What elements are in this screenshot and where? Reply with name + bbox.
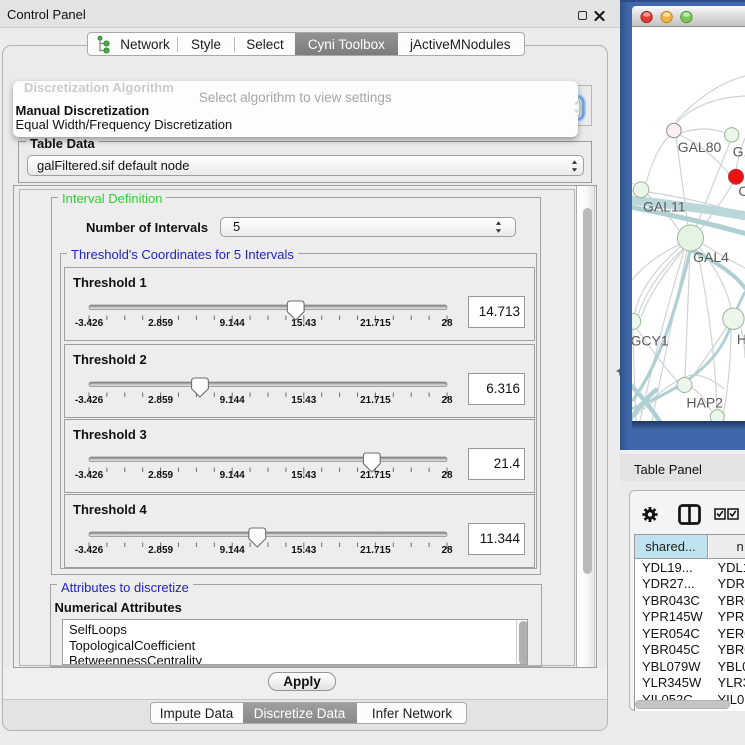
svg-text:GAL11: GAL11 (643, 198, 686, 214)
svg-text:28: 28 (441, 470, 453, 481)
svg-text:-3.426: -3.426 (75, 395, 104, 406)
svg-text:-3.426: -3.426 (75, 545, 104, 556)
svg-text:9.144: 9.144 (220, 395, 245, 406)
svg-text:G.: G. (733, 144, 745, 160)
svg-text:-3.426: -3.426 (75, 318, 104, 329)
svg-text:9.144: 9.144 (220, 318, 245, 329)
svg-text:C: C (738, 183, 745, 199)
svg-text:15.43: 15.43 (291, 395, 316, 406)
svg-text:2.859: 2.859 (148, 395, 173, 406)
svg-text:2.859: 2.859 (148, 470, 173, 481)
svg-text:21.715: 21.715 (360, 395, 391, 406)
svg-text:21.715: 21.715 (360, 470, 391, 481)
svg-text:GAL4: GAL4 (693, 249, 729, 265)
svg-text:GAL80: GAL80 (678, 139, 722, 155)
svg-text:2.859: 2.859 (148, 318, 173, 329)
svg-text:15.43: 15.43 (291, 470, 316, 481)
svg-text:28: 28 (441, 395, 453, 406)
svg-text:GCY1: GCY1 (632, 333, 669, 349)
svg-text:2.859: 2.859 (148, 545, 173, 556)
svg-text:21.715: 21.715 (360, 545, 391, 556)
svg-text:9.144: 9.144 (220, 470, 245, 481)
svg-text:21.715: 21.715 (360, 318, 391, 329)
svg-text:9.144: 9.144 (220, 545, 245, 556)
svg-text:-3.426: -3.426 (75, 470, 104, 481)
svg-text:28: 28 (441, 545, 453, 556)
svg-text:15.43: 15.43 (291, 545, 316, 556)
svg-text:HAP2: HAP2 (686, 394, 723, 410)
svg-text:H: H (737, 331, 745, 347)
svg-text:28: 28 (441, 318, 453, 329)
